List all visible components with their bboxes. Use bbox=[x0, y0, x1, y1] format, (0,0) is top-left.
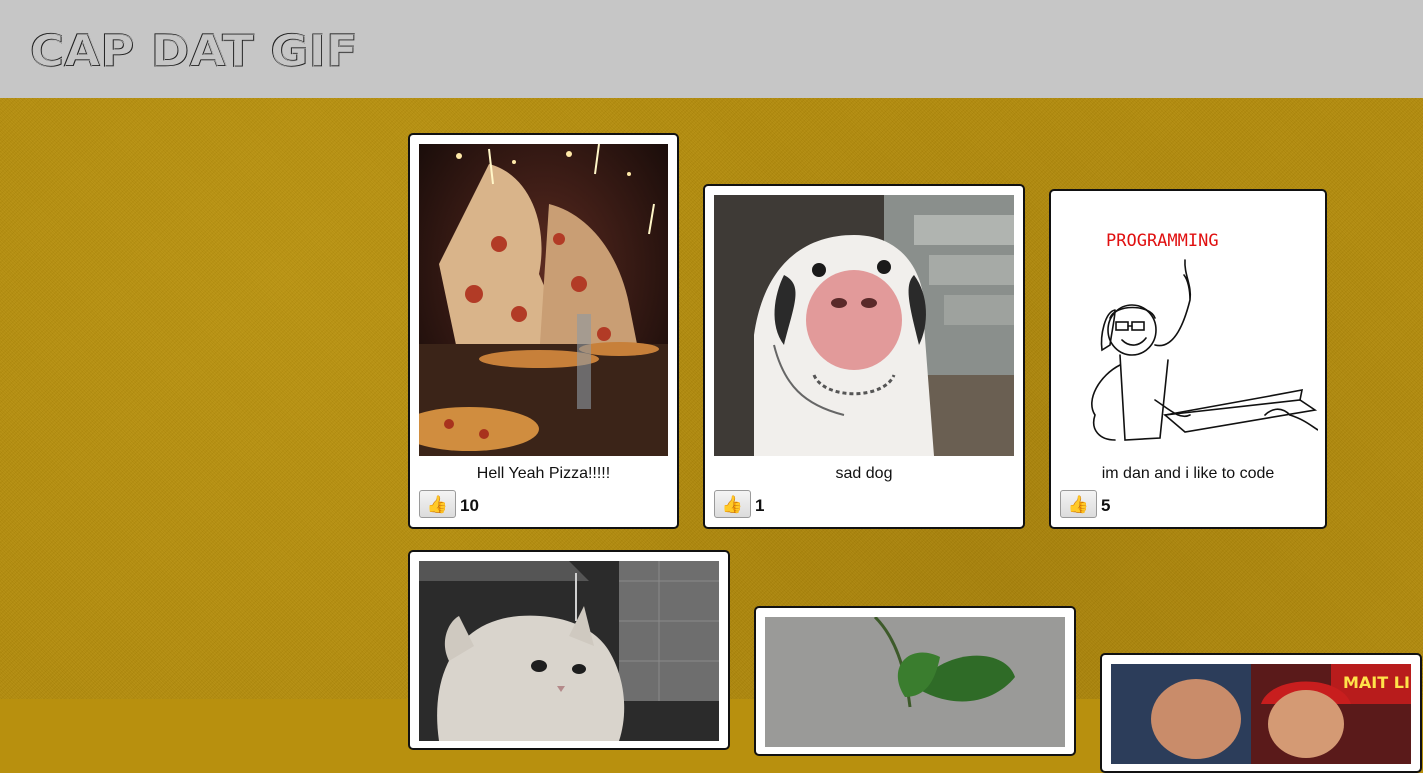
gif-card[interactable]: PROGRAMMING im dan and i like to code 👍 bbox=[1049, 189, 1327, 529]
like-count: 5 bbox=[1101, 496, 1111, 515]
gif-card[interactable] bbox=[754, 606, 1076, 756]
like-button[interactable]: 👍 bbox=[714, 490, 751, 518]
thumbs-up-icon: 👍 bbox=[426, 494, 449, 514]
thumbs-up-icon: 👍 bbox=[721, 494, 744, 514]
like-button[interactable]: 👍 bbox=[419, 490, 456, 518]
gif-card[interactable]: MAIT LI bbox=[1100, 653, 1422, 773]
gif-card[interactable] bbox=[408, 550, 730, 750]
logo-wordmark: CAP DAT GIF CAP DAT GIF bbox=[29, 25, 359, 78]
plant-gif[interactable] bbox=[765, 617, 1065, 747]
thumbs-up-icon: 👍 bbox=[1067, 494, 1090, 514]
gif-card[interactable]: sad dog 👍 1 bbox=[703, 184, 1025, 529]
sports-fans-gif[interactable]: MAIT LI bbox=[1111, 664, 1411, 764]
logo-inline: CAP DAT GIF bbox=[31, 28, 359, 70]
gif-caption: im dan and i like to code bbox=[1101, 465, 1275, 482]
svg-text:PROGRAMMING: PROGRAMMING bbox=[1106, 231, 1219, 251]
sad-dog-gif[interactable] bbox=[714, 195, 1014, 456]
programming-stick-figure-gif[interactable]: PROGRAMMING bbox=[1060, 200, 1318, 456]
like-count: 10 bbox=[460, 496, 479, 515]
app-header: CAP DAT GIF CAP DAT GIF bbox=[0, 0, 1423, 98]
wet-cat-gif[interactable] bbox=[419, 561, 719, 741]
gif-card[interactable]: Hell Yeah Pizza!!!!! 👍 10 bbox=[408, 133, 679, 529]
like-button[interactable]: 👍 bbox=[1060, 490, 1097, 518]
gif-caption: sad dog bbox=[835, 465, 893, 482]
svg-text:MAIT LI: MAIT LI bbox=[1343, 673, 1410, 692]
pizza-party-gif[interactable] bbox=[419, 144, 668, 456]
gif-caption: Hell Yeah Pizza!!!!! bbox=[476, 465, 611, 482]
app-logo[interactable]: CAP DAT GIF CAP DAT GIF bbox=[29, 25, 360, 78]
like-count: 1 bbox=[755, 496, 765, 515]
